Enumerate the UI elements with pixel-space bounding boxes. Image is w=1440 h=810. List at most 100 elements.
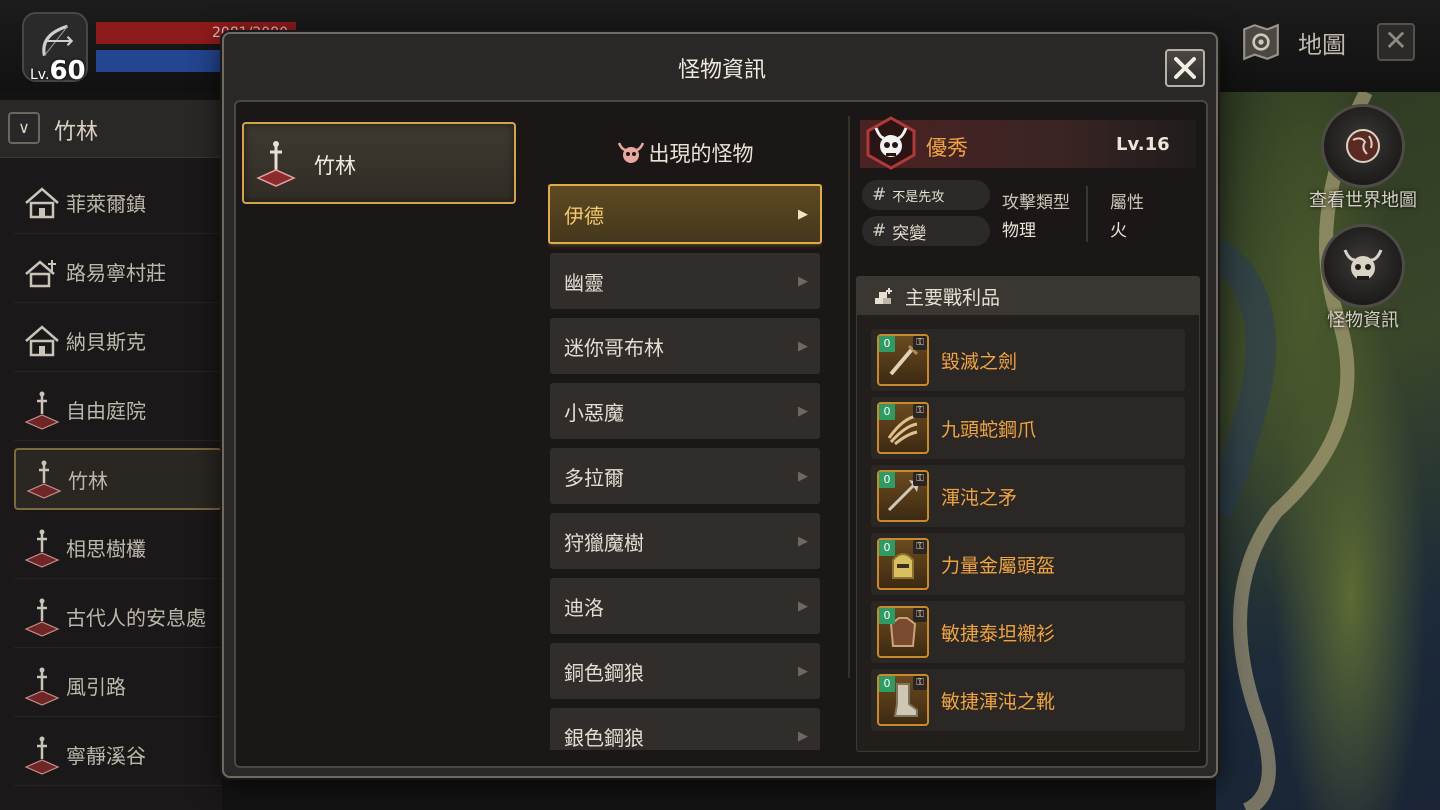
location-label: 相思樹欉 xyxy=(66,537,146,561)
location-item[interactable]: 自由庭院 xyxy=(14,379,222,441)
item-grade-badge: 0 xyxy=(879,676,895,692)
location-item[interactable]: 納貝斯克 xyxy=(14,310,222,372)
location-list: 菲萊爾鎮路易寧村莊納貝斯克自由庭院竹林相思樹欉古代人的安息處 風引路寧靜溪谷 xyxy=(14,172,222,793)
region-title: 竹林 xyxy=(54,120,99,145)
monster-name: 多拉爾 xyxy=(564,465,624,490)
monster-level: Lv.16 xyxy=(1116,134,1170,155)
location-item[interactable]: 風引路 xyxy=(14,655,222,717)
item-grade-badge: 0 xyxy=(879,404,895,420)
monster-name: 狩獵魔樹 xyxy=(564,530,644,555)
lock-icon: ⚿ xyxy=(913,540,927,554)
chevron-right-icon: ▶ xyxy=(798,403,808,419)
field-marker-icon xyxy=(22,390,62,430)
map-label: 地圖 xyxy=(1298,30,1346,59)
map-icon xyxy=(1243,23,1279,61)
monster-item[interactable]: 多拉爾 ▶ xyxy=(550,448,820,504)
loot-icon xyxy=(875,288,892,304)
monster-name: 迷你哥布林 xyxy=(564,335,664,360)
world-map-label: 查看世界地圖 xyxy=(1309,190,1417,211)
attribute-divider xyxy=(1086,186,1088,242)
location-label: 竹林 xyxy=(68,468,108,493)
item-name: 敏捷渾沌之靴 xyxy=(941,690,1056,713)
map-close-button[interactable]: ✕ xyxy=(1377,23,1415,61)
field-marker-icon xyxy=(22,735,62,775)
loot-panel: 主要戰利品 0 ⚿ 毀滅之劍 0 ⚿ 九頭蛇鋼爪 0 ⚿ 渾沌之矛 0 ⚿ 力量金屬頭盔 0 ⚿ 敏捷泰坦襯… xyxy=(856,276,1200,752)
chevron-right-icon: ▶ xyxy=(798,206,808,222)
loot-item[interactable]: 0 ⚿ 九頭蛇鋼爪 xyxy=(871,397,1185,459)
attack-type-label: 攻擊類型 xyxy=(1002,193,1070,213)
monster-item[interactable]: 狩獵魔樹 ▶ xyxy=(550,513,820,569)
dialog-title: 怪物資訊 xyxy=(677,58,766,83)
monster-name: 伊德 xyxy=(564,203,604,228)
monster-skull-icon xyxy=(1343,249,1383,280)
attribute-value: 火 xyxy=(1110,221,1127,241)
monster-item[interactable]: 迷你哥布林 ▶ xyxy=(550,318,820,374)
attribute-label: 屬性 xyxy=(1110,193,1144,213)
location-item[interactable]: 古代人的安息處 xyxy=(14,586,222,648)
location-label: 風引路 xyxy=(66,675,126,699)
location-label: 古代人的安息處 xyxy=(66,606,206,630)
monster-info-button[interactable]: 怪物資訊 xyxy=(1303,224,1423,332)
lock-icon: ⚿ xyxy=(913,676,927,690)
monster-name: 迪洛 xyxy=(564,595,604,620)
chevron-down-icon[interactable]: ∨ xyxy=(8,112,40,144)
town-icon xyxy=(22,321,62,361)
monster-skull-icon xyxy=(617,142,644,163)
item-grade-badge: 0 xyxy=(879,540,895,556)
location-label: 寧靜溪谷 xyxy=(66,744,146,768)
monster-item[interactable]: 小惡魔 ▶ xyxy=(550,383,820,439)
monster-name: 小惡魔 xyxy=(564,400,624,425)
item-name: 九頭蛇鋼爪 xyxy=(941,418,1037,441)
loot-item[interactable]: 0 ⚿ 力量金屬頭盔 xyxy=(871,533,1185,595)
field-marker-icon xyxy=(22,666,62,706)
close-button[interactable] xyxy=(1165,49,1205,87)
field-marker-icon xyxy=(22,528,62,568)
item-icon: 0 ⚿ xyxy=(877,674,929,726)
monster-heading-label: 出現的怪物 xyxy=(648,142,754,166)
monster-list-heading: 出現的怪物 xyxy=(548,138,822,168)
loot-item[interactable]: 0 ⚿ 毀滅之劍 xyxy=(871,329,1185,391)
item-name: 敏捷泰坦襯衫 xyxy=(941,622,1056,645)
item-grade-badge: 0 xyxy=(879,472,895,488)
loot-item[interactable]: 0 ⚿ 渾沌之矛 xyxy=(871,465,1185,527)
loot-item[interactable]: 0 ⚿ 敏捷泰坦襯衫 xyxy=(871,601,1185,663)
town-icon xyxy=(22,183,62,223)
location-item[interactable]: 路易寧村莊 xyxy=(14,241,222,303)
monster-item[interactable]: 幽靈 ▶ xyxy=(550,253,820,309)
location-label: 路易寧村莊 xyxy=(66,261,166,285)
item-icon: 0 ⚿ xyxy=(877,470,929,522)
globe-icon xyxy=(1346,129,1380,163)
monster-name: 銅色鋼狼 xyxy=(564,660,644,685)
item-name: 力量金屬頭盔 xyxy=(941,554,1056,577)
field-marker-icon xyxy=(22,597,62,637)
region-selector[interactable]: ∨ 竹林 xyxy=(0,100,222,158)
item-name: 渾沌之矛 xyxy=(941,486,1018,509)
location-item[interactable]: 竹林 xyxy=(14,448,222,510)
lock-icon: ⚿ xyxy=(913,404,927,418)
close-icon xyxy=(1174,57,1196,79)
monster-item[interactable]: 銅色鋼狼 ▶ xyxy=(550,643,820,699)
attack-type-value: 物理 xyxy=(1002,221,1036,241)
location-item[interactable]: 寧靜溪谷 xyxy=(14,724,222,786)
location-item[interactable]: 相思樹欉 xyxy=(14,517,222,579)
monster-item[interactable]: 銀色鋼狼 ▶ xyxy=(550,708,820,750)
monster-item[interactable]: 伊德 ▶ xyxy=(548,184,822,244)
item-grade-badge: 0 xyxy=(879,336,895,352)
world-map-button[interactable]: 查看世界地圖 xyxy=(1303,104,1423,212)
chevron-right-icon: ▶ xyxy=(798,533,808,549)
lock-icon: ⚿ xyxy=(913,472,927,486)
loot-item[interactable]: 0 ⚿ 敏捷渾沌之靴 xyxy=(871,669,1185,731)
monster-info-dialog: 怪物資訊 竹林 出現的怪物 伊德 ▶ 幽靈 ▶ 迷你哥布林 ▶ 小惡魔 ▶ 多拉爾 ▶ 狩 xyxy=(222,32,1218,778)
dialog-body: 竹林 出現的怪物 伊德 ▶ 幽靈 ▶ 迷你哥布林 ▶ 小惡魔 ▶ 多拉爾 ▶ 狩獵魔樹 ▶ 迪洛 ▶ 銅色鋼… xyxy=(234,100,1208,768)
monster-item[interactable]: 迪洛 ▶ xyxy=(550,578,820,634)
monster-list[interactable]: 伊德 ▶ 幽靈 ▶ 迷你哥布林 ▶ 小惡魔 ▶ 多拉爾 ▶ 狩獵魔樹 ▶ 迪洛 ▶ 銅色鋼狼 ▶ 銀色鋼狼 ▶ xyxy=(548,184,822,750)
selected-location-card[interactable]: 竹林 xyxy=(242,122,516,204)
location-sidebar: ∨ 竹林 菲萊爾鎮 路易寧村莊 納貝斯克 自由庭院 竹林 相思樹欉 古代人的安息處 風引路 寧靜… xyxy=(0,100,222,810)
monster-name: 幽靈 xyxy=(564,270,604,295)
selected-location-label: 竹林 xyxy=(314,154,356,178)
chevron-right-icon: ▶ xyxy=(798,598,808,614)
location-item[interactable]: 菲萊爾鎮 xyxy=(14,172,222,234)
chevron-right-icon: ▶ xyxy=(798,663,808,679)
chevron-right-icon: ▶ xyxy=(798,273,808,289)
monster-info-label: 怪物資訊 xyxy=(1327,310,1399,331)
